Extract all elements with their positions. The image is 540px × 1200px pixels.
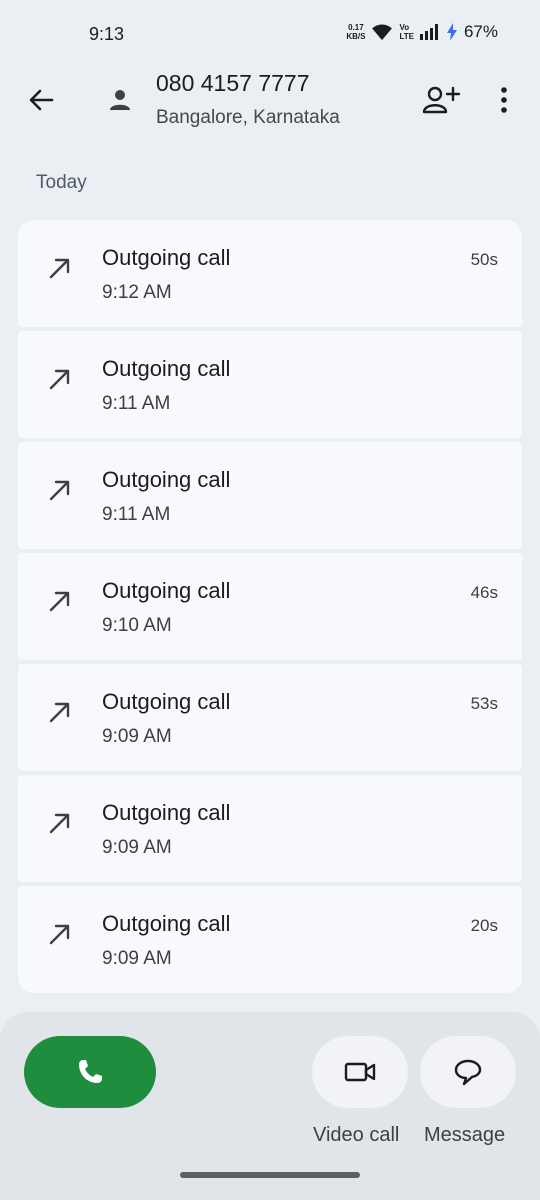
net-speed-unit: KB/S [346, 32, 366, 41]
call-history-item[interactable]: Outgoing call 9:09 AM 53s [18, 664, 522, 771]
add-contact-button[interactable] [420, 82, 462, 118]
call-history-item[interactable]: Outgoing call 9:11 AM [18, 331, 522, 438]
video-call-label: Video call [313, 1124, 400, 1146]
videocam-icon [344, 1062, 376, 1082]
outgoing-call-icon [49, 591, 70, 612]
outgoing-call-icon [49, 813, 70, 834]
outgoing-call-icon [49, 258, 70, 279]
call-type: Outgoing call [102, 356, 231, 381]
person-add-icon [422, 86, 461, 114]
call-history-item[interactable]: Outgoing call 9:10 AM 46s [18, 553, 522, 660]
call-type: Outgoing call [102, 578, 231, 603]
outgoing-call-icon [49, 369, 70, 390]
volte-bottom: LTE [399, 32, 414, 41]
message-button[interactable] [420, 1036, 516, 1108]
voice-call-button[interactable] [24, 1036, 156, 1108]
more-vert-icon [501, 87, 507, 113]
person-icon [110, 90, 130, 110]
call-history-item[interactable]: Outgoing call 9:11 AM [18, 442, 522, 549]
outgoing-call-icon [49, 480, 70, 501]
call-history-item[interactable]: Outgoing call 9:12 AM 50s [18, 220, 522, 327]
volte-icon: Vo LTE [399, 23, 414, 41]
call-time: 9:11 AM [102, 504, 171, 525]
call-time: 9:12 AM [102, 282, 172, 303]
call-history-list: Outgoing call 9:12 AM 50s Outgoing call … [18, 220, 522, 993]
contact-location: Bangalore, Karnataka [156, 107, 340, 128]
arrow-back-icon [29, 89, 54, 111]
message-bubble-icon [454, 1059, 482, 1086]
call-type: Outgoing call [102, 800, 231, 825]
net-speed: 0.17 KB/S [346, 23, 365, 41]
call-type: Outgoing call [102, 911, 231, 936]
app-header: 080 4157 7777 Bangalore, Karnataka [0, 60, 540, 140]
back-button[interactable] [22, 82, 62, 118]
outgoing-call-icon [49, 702, 70, 723]
charging-icon [446, 23, 457, 41]
call-time: 9:11 AM [102, 393, 171, 414]
outgoing-call-icon [49, 924, 70, 945]
status-time: 9:13 [89, 24, 125, 44]
call-time: 9:09 AM [102, 948, 172, 969]
video-call-button[interactable] [312, 1036, 408, 1108]
more-options-button[interactable] [490, 82, 518, 118]
call-duration: 46s [470, 583, 498, 602]
signal-icon [419, 24, 438, 40]
call-type: Outgoing call [102, 467, 231, 492]
net-speed-value: 0.17 [348, 23, 364, 32]
call-history-item[interactable]: Outgoing call 9:09 AM 20s [18, 886, 522, 993]
home-indicator[interactable] [180, 1172, 360, 1178]
message-label: Message [424, 1124, 506, 1146]
phone-icon [79, 1060, 102, 1083]
call-duration: 53s [470, 694, 498, 713]
call-type: Outgoing call [102, 245, 231, 270]
avatar [106, 86, 134, 114]
section-label-today: Today [36, 172, 87, 193]
contact-number: 080 4157 7777 [156, 70, 310, 96]
call-time: 9:09 AM [102, 837, 172, 858]
call-time: 9:09 AM [102, 726, 172, 747]
call-type: Outgoing call [102, 689, 231, 714]
status-icons: 0.17 KB/S Vo LTE 67% [346, 22, 498, 42]
call-history-item[interactable]: Outgoing call 9:09 AM [18, 775, 522, 882]
wifi-icon [372, 24, 393, 41]
call-duration: 20s [470, 916, 498, 935]
call-duration: 50s [470, 250, 498, 269]
battery-percent: 67% [463, 22, 498, 41]
call-time: 9:10 AM [102, 615, 172, 636]
volte-top: Vo [399, 23, 410, 32]
